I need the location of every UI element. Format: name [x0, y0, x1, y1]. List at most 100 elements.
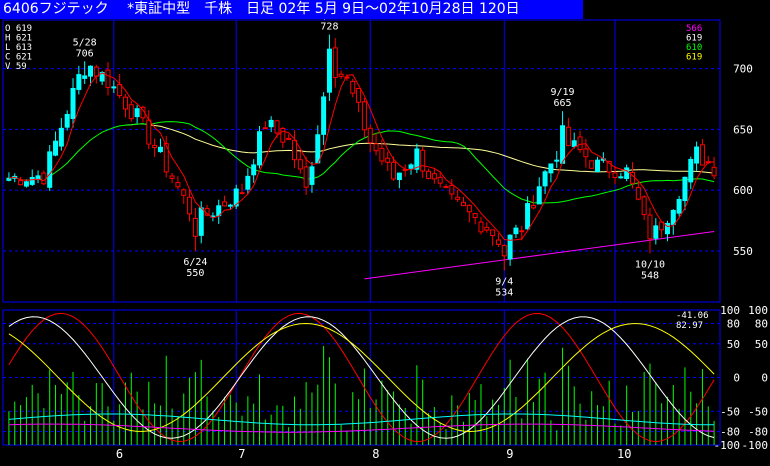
candle-body — [466, 204, 472, 213]
annotation-price: 534 — [495, 287, 513, 298]
candle-body — [612, 172, 618, 179]
ohlcv-row: C 621 — [5, 53, 32, 63]
price-tick-label: 550 — [733, 245, 753, 258]
candle-body — [76, 74, 82, 90]
candle-body — [321, 96, 327, 135]
oscillator-tick-left: 50 — [727, 338, 740, 351]
candle-body — [146, 119, 152, 145]
candle-body — [577, 136, 583, 151]
ma-legend: 566619610619 — [686, 24, 702, 63]
candle-body — [472, 213, 478, 218]
candle-body — [280, 127, 286, 143]
candle-body — [257, 131, 263, 166]
candle-body — [332, 47, 338, 78]
candle-body — [536, 186, 542, 205]
candle-body — [286, 137, 292, 141]
candle-body — [111, 86, 117, 89]
candle-body — [408, 164, 414, 169]
month-tick-label: 9 — [506, 447, 513, 461]
candle-body — [560, 125, 566, 164]
candle-body — [251, 164, 257, 176]
candle-body — [181, 189, 187, 196]
candle-body — [88, 65, 94, 77]
oscillator-white — [8, 316, 715, 439]
candle-body — [82, 75, 88, 79]
candle-body — [484, 226, 490, 231]
candle-body — [379, 147, 385, 162]
oscillator-tick-right: 50 — [755, 338, 768, 351]
annotation-date: 10/10 — [635, 259, 665, 270]
candle-body — [589, 160, 595, 169]
annotation-date: 9/4 — [495, 276, 513, 287]
candle-body — [53, 140, 59, 156]
annotation-date: 6/24 — [183, 257, 207, 268]
candle-body — [134, 108, 140, 118]
candle-body — [192, 217, 198, 237]
month-tick-label: 8 — [372, 447, 379, 461]
annotation-price: 550 — [186, 268, 204, 279]
candle-body — [618, 176, 624, 179]
candle-body — [227, 204, 233, 207]
ma-legend-value: 619 — [686, 53, 702, 63]
candle-body — [23, 181, 29, 187]
candle-body — [688, 158, 694, 183]
candle-body — [676, 198, 682, 214]
oscillator-tick-right: -100 — [742, 439, 769, 452]
candle-body — [699, 144, 705, 166]
candle-body — [583, 148, 589, 158]
candle-body — [122, 96, 128, 110]
ma-legend-value: 566 — [686, 24, 702, 34]
oscillator-legend-value: -41.06 — [676, 311, 709, 321]
chart-title: 6406フジテック *東証中型 千株 日足 02年 5月 9日～02年10月28… — [0, 0, 583, 19]
candle-body — [507, 234, 513, 260]
candle-body — [449, 184, 455, 195]
candle-body — [670, 209, 676, 225]
candle-body — [641, 196, 647, 216]
price-annotations: 5/287066/245507/247289/45349/1966510/105… — [73, 11, 665, 299]
oscillator-tick-left: -100 — [714, 439, 741, 452]
candle-body — [198, 207, 204, 236]
candle-body — [6, 177, 12, 181]
candle-body — [291, 139, 297, 161]
candle-body — [315, 134, 321, 164]
candle-body — [460, 201, 466, 207]
candle-body — [525, 203, 531, 230]
candle-body — [297, 159, 303, 170]
oscillator-tick-right: 0 — [761, 372, 768, 385]
price-tick-label: 600 — [733, 184, 753, 197]
oscillator-legend-value: 82.97 — [676, 321, 703, 331]
annotation-date: 5/28 — [73, 37, 97, 48]
candle-body — [455, 196, 461, 200]
candle-body — [443, 186, 449, 189]
ma-legend-value: 610 — [686, 43, 702, 53]
annotation-price: 706 — [76, 48, 94, 59]
ma-long-path — [125, 123, 715, 174]
candle-body — [58, 127, 64, 147]
candle-body — [548, 163, 554, 174]
candle-body — [694, 146, 700, 164]
candle-body — [635, 187, 641, 200]
price-tick-label: 650 — [733, 123, 753, 136]
candle-body — [490, 229, 496, 236]
candle-body — [18, 180, 24, 186]
candlesticks — [6, 34, 717, 271]
ma-long-line — [125, 123, 715, 174]
candle-body — [245, 175, 251, 190]
candle-body — [326, 48, 332, 93]
price-tick-label: 700 — [733, 63, 753, 76]
candle-body — [268, 119, 274, 128]
candle-body — [93, 66, 99, 77]
annotation-price: 548 — [641, 270, 659, 281]
oscillator-tick-left: -80 — [720, 426, 740, 439]
candle-body — [565, 126, 571, 147]
candle-body — [431, 173, 437, 180]
candle-body — [420, 149, 426, 172]
candle-body — [495, 239, 501, 245]
stock-chart: 5/287066/245507/247289/45349/1966510/105… — [2, 11, 769, 461]
ohlcv-readout: O 619H 621L 613C 621V 59 — [5, 24, 32, 72]
oscillator-tick-right: -80 — [748, 426, 768, 439]
candle-body — [262, 127, 268, 130]
oscillator-tick-right: -50 — [748, 405, 768, 418]
oscillator-yellow — [8, 322, 715, 433]
trendline-path — [364, 231, 715, 280]
